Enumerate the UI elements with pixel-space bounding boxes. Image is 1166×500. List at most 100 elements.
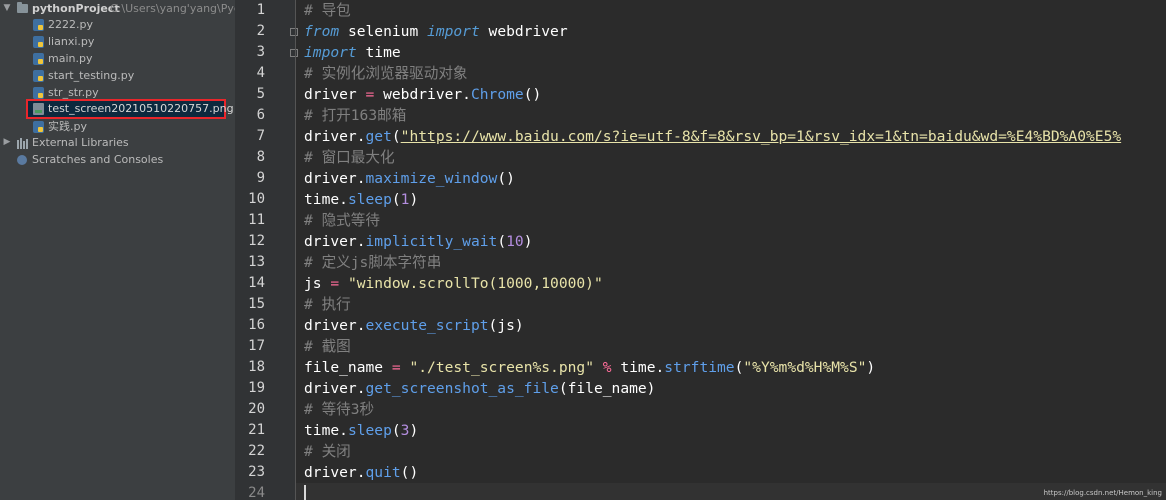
code-line[interactable]: driver.quit()	[304, 462, 418, 483]
code-string: "./test_screen%s.png"	[409, 359, 594, 376]
line-number: 1	[256, 2, 265, 18]
tree-item-scratches[interactable]: Scratches and Consoles	[0, 151, 235, 168]
code-function: sleep	[347, 422, 392, 439]
code-line[interactable]: driver.implicitly_wait(10)	[304, 231, 532, 252]
code-comment: # 实例化浏览器驱动对象	[304, 65, 468, 82]
code-line[interactable]: driver.get("https://www.baidu.com/s?ie=u…	[304, 126, 1121, 147]
code-line[interactable]: file_name = "./test_screen%s.png" % time…	[304, 357, 875, 378]
code-function: maximize_window	[365, 170, 498, 187]
fold-collapse-icon[interactable]	[290, 28, 298, 36]
code-function: sleep	[347, 191, 392, 208]
root-path-label: C:\Users\yang'yang\Pycha	[110, 2, 235, 15]
code-punctuation: )	[409, 422, 419, 439]
code-identifier: driver.	[304, 464, 366, 481]
line-number: 17	[248, 338, 265, 354]
line-number: 8	[256, 149, 265, 165]
code-line[interactable]: time.sleep(3)	[304, 420, 418, 441]
code-identifier: driver.	[304, 128, 366, 145]
code-punctuation: (js)	[488, 317, 524, 334]
line-number: 15	[248, 296, 265, 312]
code-function: implicitly_wait	[365, 233, 498, 250]
code-comment: # 等待3秒	[304, 401, 375, 418]
code-line[interactable]: # 实例化浏览器驱动对象	[304, 63, 468, 84]
code-line[interactable]: # 窗口最大化	[304, 147, 395, 168]
fold-collapse-icon[interactable]	[290, 49, 298, 57]
code-line[interactable]: js = "window.scrollTo(1000,10000)"	[304, 273, 603, 294]
folder-icon	[17, 2, 28, 13]
file-label: test_screen20210510220757.png	[48, 102, 234, 115]
line-number: 11	[248, 212, 265, 228]
code-identifier: driver.	[304, 380, 366, 397]
code-url-string[interactable]: "https://www.baidu.com/s?ie=utf-8&f=8&rs…	[401, 128, 1121, 145]
tree-item-root[interactable]: ▼ pythonProject C:\Users\yang'yang\Pycha	[0, 0, 235, 17]
code-line[interactable]: driver.get_screenshot_as_file(file_name)	[304, 378, 655, 399]
file-label: 实践.py	[48, 120, 87, 133]
code-keyword: import	[427, 23, 480, 40]
file-label: main.py	[48, 52, 93, 65]
file-label: start_testing.py	[48, 69, 135, 82]
root-folder-label: pythonProject	[32, 2, 120, 15]
tree-item-file[interactable]: main.py	[0, 50, 235, 67]
tree-item-file[interactable]: start_testing.py	[0, 67, 235, 84]
line-number: 7	[256, 128, 265, 144]
line-number: 18	[248, 359, 265, 375]
code-line[interactable]: # 关闭	[304, 441, 351, 462]
code-punctuation: ()	[400, 464, 419, 481]
code-line[interactable]: import time	[304, 42, 401, 63]
code-string: "window.scrollTo(1000,10000)"	[347, 275, 603, 292]
python-file-icon	[33, 87, 44, 99]
code-line[interactable]: # 隐式等待	[304, 210, 380, 231]
code-identifier: js	[304, 275, 331, 292]
code-comment: # 导包	[304, 2, 351, 19]
code-punctuation: (	[391, 422, 401, 439]
code-identifier: webdriver.	[374, 86, 471, 103]
tree-item-file[interactable]: 实践.py	[0, 118, 235, 135]
code-line[interactable]: from selenium import webdriver	[304, 21, 568, 42]
code-punctuation: )	[409, 191, 419, 208]
code-function: execute_script	[365, 317, 489, 334]
python-file-icon	[33, 53, 44, 65]
line-number: 14	[248, 275, 265, 291]
code-identifier: driver	[304, 86, 366, 103]
code-comment: # 关闭	[304, 443, 351, 460]
line-number-gutter: 1 2 3 4 5 6 7 8 9 10 11 12 13 14 15 16 1…	[235, 0, 298, 500]
text-caret	[304, 485, 306, 500]
line-number: 2	[256, 23, 265, 39]
tree-item-file[interactable]: 2222.py	[0, 16, 235, 33]
code-identifier: time	[356, 44, 401, 61]
line-number: 19	[248, 380, 265, 396]
line-number: 22	[248, 443, 265, 459]
line-number: 24	[248, 485, 265, 500]
code-line[interactable]: # 定义js脚本字符串	[304, 252, 441, 273]
tree-item-file-selected[interactable]: test_screen20210510220757.png	[0, 100, 235, 117]
chevron-down-icon[interactable]: ▼	[2, 0, 12, 17]
tree-item-file[interactable]: lianxi.py	[0, 33, 235, 50]
code-line[interactable]: # 打开163邮箱	[304, 105, 406, 126]
external-libraries-label: External Libraries	[32, 136, 129, 149]
code-line[interactable]: driver.execute_script(js)	[304, 315, 524, 336]
code-line[interactable]: driver.maximize_window()	[304, 168, 515, 189]
code-number: 10	[506, 233, 524, 250]
line-number: 16	[248, 317, 265, 333]
code-operator: =	[330, 275, 340, 292]
tree-item-external-libraries[interactable]: ▶ External Libraries	[0, 134, 235, 151]
code-identifier: driver.	[304, 233, 366, 250]
code-comment: # 截图	[304, 338, 351, 355]
code-identifier: time.	[304, 191, 348, 208]
code-line[interactable]: # 截图	[304, 336, 351, 357]
code-comment: # 执行	[304, 296, 351, 313]
code-line[interactable]: # 等待3秒	[304, 399, 374, 420]
code-identifier: time.	[304, 422, 348, 439]
code-line[interactable]: # 执行	[304, 294, 351, 315]
code-line[interactable]: driver = webdriver.Chrome()	[304, 84, 541, 105]
chevron-right-icon[interactable]: ▶	[2, 134, 12, 151]
code-line[interactable]: time.sleep(1)	[304, 189, 418, 210]
python-file-icon	[33, 36, 44, 48]
code-punctuation: (	[497, 233, 507, 250]
code-identifier: driver.	[304, 317, 366, 334]
code-line[interactable]: # 导包	[304, 0, 351, 21]
line-number: 3	[256, 44, 265, 60]
code-editor[interactable]: 1 2 3 4 5 6 7 8 9 10 11 12 13 14 15 16 1…	[235, 0, 1166, 500]
code-identifier: selenium	[339, 23, 428, 40]
